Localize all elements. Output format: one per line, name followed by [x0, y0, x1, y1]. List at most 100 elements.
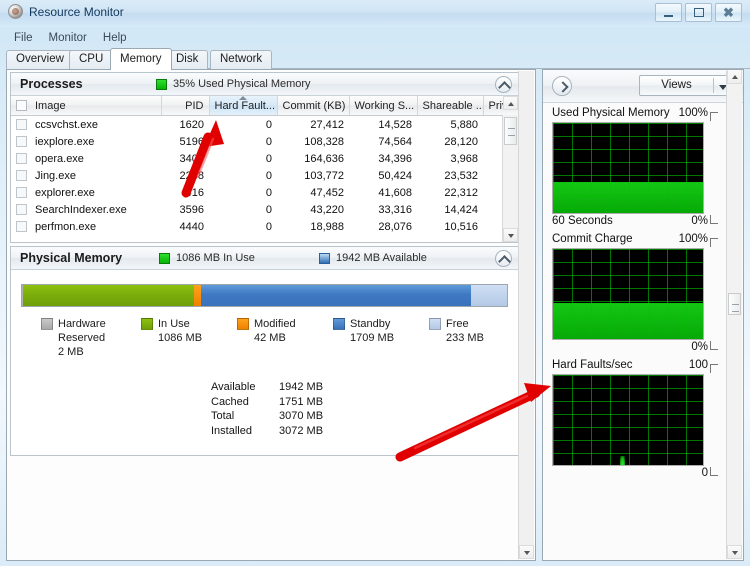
graph-1-label-row: Used Physical Memory 100%	[552, 107, 720, 122]
row-checkbox[interactable]	[16, 221, 27, 232]
graph-1-min-label: 0%	[691, 215, 708, 227]
table-row[interactable]: iexplore.exe 5196 0 108,328 74,564 28,12…	[11, 133, 518, 150]
table-row[interactable]: explorer.exe 416 0 47,452 41,608 22,312 …	[11, 184, 518, 201]
graph-1-max-label: 100%	[678, 107, 708, 119]
row-checkbox[interactable]	[16, 136, 27, 147]
menu-item-help[interactable]: Help	[95, 31, 135, 45]
memory-available-text: 1942 MB Available	[336, 252, 427, 264]
processes-table: Image PID Hard Fault... Commit (KB) Work…	[11, 96, 518, 242]
memory-legend: Hardware Reserved 2 MB In Use 1086 MB Mo…	[41, 317, 511, 359]
green-swatch-icon	[159, 252, 170, 264]
left-pane-scrollbar[interactable]	[518, 71, 534, 559]
cell-hard-faults: 0	[265, 186, 272, 199]
row-checkbox[interactable]	[16, 119, 27, 130]
tab-disk[interactable]: Disk	[166, 50, 209, 69]
legend-label-hardware-reserved-line2: Reserved	[58, 332, 106, 344]
column-header-hard-faults-label: Hard Fault...	[214, 99, 276, 112]
column-header-working-set[interactable]: Working S...	[349, 96, 418, 116]
select-all-checkbox[interactable]	[16, 100, 27, 111]
processes-panel-header[interactable]: Processes 35% Used Physical Memory	[11, 73, 518, 96]
column-header-image[interactable]: Image	[11, 96, 162, 116]
row-checkbox[interactable]	[16, 153, 27, 164]
graph-3-spike	[620, 456, 625, 465]
cell-hard-faults: 0	[265, 220, 272, 233]
graph-3-grid	[553, 375, 703, 465]
column-header-shareable[interactable]: Shareable ...	[417, 96, 484, 116]
used-physical-memory-text: 35% Used Physical Memory	[173, 78, 311, 90]
legend-value-standby: 1709 MB	[350, 332, 395, 344]
cell-commit: 164,636	[304, 152, 344, 165]
cell-shareable: 28,120	[444, 135, 478, 148]
cell-commit: 108,328	[304, 135, 344, 148]
graph-3-label-row: Hard Faults/sec 100	[552, 359, 720, 374]
cell-image-label: explorer.exe	[35, 186, 95, 199]
stat-row-available: Available 1942 MB	[211, 380, 349, 395]
menu-item-monitor[interactable]: Monitor	[41, 31, 95, 45]
tab-network[interactable]: Network	[210, 50, 273, 69]
views-toolbar: Views	[543, 70, 743, 103]
cell-image: perfmon.exe	[11, 218, 161, 235]
free-swatch-icon	[429, 318, 441, 330]
legend-value-modified: 42 MB	[254, 332, 286, 344]
row-checkbox[interactable]	[16, 187, 27, 198]
table-row[interactable]: perfmon.exe 4440 0 18,988 28,076 10,516 …	[11, 218, 518, 235]
stat-key-cached: Cached	[211, 395, 249, 408]
cell-commit: 43,220	[310, 203, 344, 216]
physical-memory-panel-header[interactable]: Physical Memory 1086 MB In Use 1942 MB A…	[11, 247, 518, 270]
graph-3-bottom-tick	[710, 467, 718, 476]
graph-3-top-tick	[710, 364, 718, 373]
legend-value-in-use: 1086 MB	[158, 332, 203, 344]
scroll-down-arrow-icon[interactable]	[519, 545, 534, 559]
table-row[interactable]: SearchIndexer.exe 3596 0 43,220 33,316 1…	[11, 201, 518, 218]
processes-table-wrapper: Image PID Hard Fault... Commit (KB) Work…	[11, 96, 518, 242]
legend-item-hardware-reserved: Hardware Reserved 2 MB	[41, 317, 141, 359]
close-button[interactable]: ✖	[715, 3, 742, 22]
processes-list-scrollbar[interactable]	[502, 96, 518, 242]
graph-1-x-axis-label: 60 Seconds	[552, 215, 613, 227]
cell-image-label: perfmon.exe	[35, 220, 97, 233]
row-checkbox[interactable]	[16, 204, 27, 215]
scroll-up-arrow-icon[interactable]	[727, 70, 742, 84]
cell-pid: 5196	[179, 135, 204, 148]
minimize-button[interactable]	[655, 3, 682, 22]
legend-item-free: Free 233 MB	[429, 317, 509, 359]
views-button[interactable]: Views	[639, 75, 734, 96]
views-pane-scrollbar[interactable]	[726, 70, 742, 559]
scrollbar-thumb[interactable]	[504, 117, 517, 145]
table-row[interactable]: Jing.exe 2268 0 103,772 50,424 23,532 26…	[11, 167, 518, 184]
graph-1-title: Used Physical Memory	[552, 107, 670, 119]
cell-pid: 2268	[179, 169, 204, 182]
table-row[interactable]: opera.exe 3404 0 164,636 34,396 3,968 30…	[11, 150, 518, 167]
maximize-button[interactable]	[685, 3, 712, 22]
chevron-up-icon[interactable]	[495, 250, 512, 267]
cell-pid: 1620	[179, 118, 204, 131]
cell-image-label: ccsvchst.exe	[35, 118, 98, 131]
in-use-swatch-icon	[141, 318, 153, 330]
scroll-down-arrow-icon[interactable]	[503, 228, 518, 242]
cell-working-set: 50,424	[378, 169, 412, 182]
memory-usage-bar	[21, 284, 508, 307]
tab-overview[interactable]: Overview	[6, 50, 74, 69]
tab-memory[interactable]: Memory	[110, 48, 172, 70]
graph-2-top-tick	[710, 238, 718, 247]
hardware-reserved-swatch-icon	[41, 318, 53, 330]
column-header-pid[interactable]: PID	[161, 96, 210, 116]
column-header-commit[interactable]: Commit (KB)	[277, 96, 350, 116]
table-row[interactable]: ccsvchst.exe 1620 0 27,412 14,528 5,880 …	[11, 116, 518, 134]
graph-3-min-label: 0	[701, 467, 708, 479]
cell-shareable: 14,424	[444, 203, 478, 216]
scrollbar-thumb[interactable]	[728, 293, 741, 315]
row-checkbox[interactable]	[16, 170, 27, 181]
legend-label-hardware-reserved-line1: Hardware	[58, 318, 106, 330]
tab-cpu[interactable]: CPU	[69, 50, 114, 69]
used-physical-memory-status: 35% Used Physical Memory	[156, 78, 311, 90]
chevron-up-icon[interactable]	[495, 76, 512, 93]
menu-bar: File Monitor Help	[6, 28, 750, 47]
physical-memory-panel-title: Physical Memory	[20, 251, 123, 265]
chevron-right-icon[interactable]	[552, 76, 572, 96]
graph-1-bottom-tick	[710, 215, 718, 224]
column-header-hard-faults[interactable]: Hard Fault...	[209, 96, 278, 116]
scroll-down-arrow-icon[interactable]	[727, 545, 742, 559]
scroll-up-arrow-icon[interactable]	[503, 96, 518, 110]
menu-item-file[interactable]: File	[6, 31, 41, 45]
